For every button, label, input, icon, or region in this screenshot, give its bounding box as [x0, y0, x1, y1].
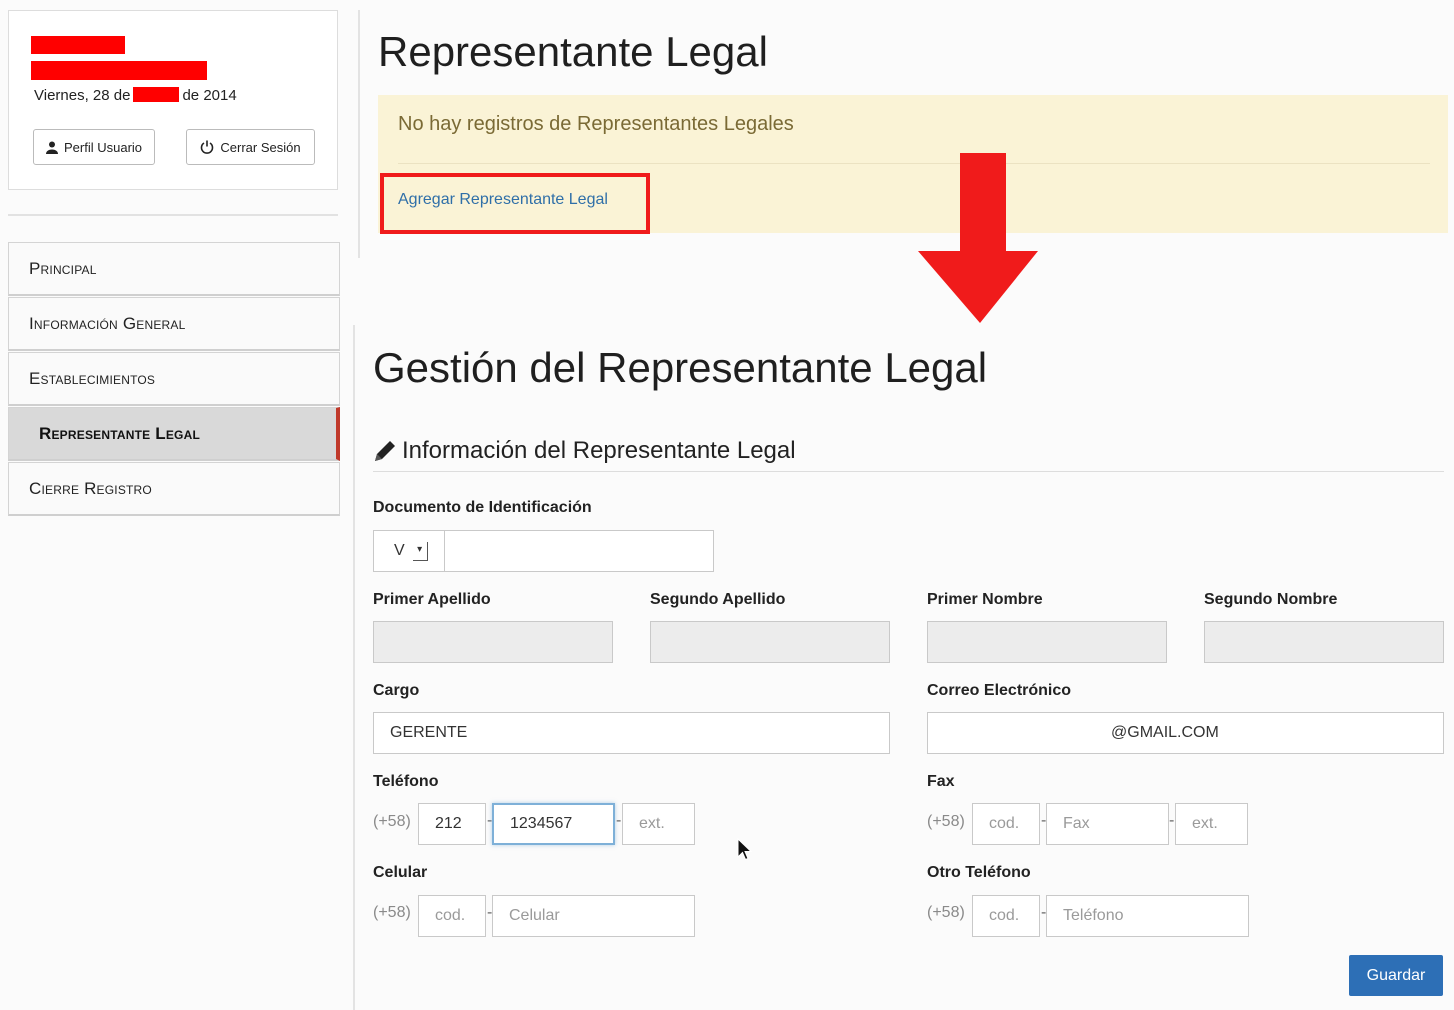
fax-cod-input[interactable]: cod.: [972, 803, 1040, 845]
telefono-cod-input[interactable]: 212: [418, 803, 486, 845]
primer-apellido-input[interactable]: [373, 621, 613, 663]
section-title-label: Información del Representante Legal: [402, 437, 796, 464]
chevron-down-icon: ▾: [412, 541, 428, 561]
fax-prefix: (+58): [927, 813, 965, 830]
redacted-user-name: [31, 36, 125, 54]
telefono-prefix: (+58): [373, 813, 411, 830]
dash-separator: -: [616, 812, 622, 829]
alert-divider: [398, 163, 1430, 164]
nav-label: Establecimientos: [29, 368, 156, 388]
primer-nombre-input[interactable]: [927, 621, 1167, 663]
dash-separator: -: [1169, 812, 1175, 829]
redacted-user-detail: [31, 61, 207, 80]
otro-telefono-cod-input[interactable]: cod.: [972, 895, 1040, 937]
celular-cod-input[interactable]: cod.: [418, 895, 486, 937]
document-number-input[interactable]: [444, 530, 714, 572]
fax-ext-input[interactable]: ext.: [1175, 803, 1248, 845]
nav-informacion-general[interactable]: Información General: [8, 297, 340, 351]
segundo-nombre-label: Segundo Nombre: [1204, 591, 1338, 608]
power-icon: [201, 140, 214, 154]
primer-nombre-label: Primer Nombre: [927, 591, 1043, 608]
otro-telefono-number-input[interactable]: Teléfono: [1046, 895, 1249, 937]
current-date: Viernes, 28 de de 2014: [34, 87, 237, 104]
nav-cierre-registro[interactable]: Cierre Registro: [8, 462, 340, 516]
redacted-month: [133, 87, 180, 102]
nav-label: Cierre Registro: [29, 478, 152, 498]
mouse-cursor-icon: [737, 838, 753, 861]
alert-message: No hay registros de Representantes Legal…: [398, 113, 794, 135]
fax-label: Fax: [927, 773, 955, 790]
cargo-label: Cargo: [373, 682, 420, 699]
segundo-nombre-input[interactable]: [1204, 621, 1444, 663]
segundo-apellido-input[interactable]: [650, 621, 890, 663]
document-label: Documento de Identificación: [373, 499, 592, 516]
nav-principal[interactable]: Principal: [8, 242, 340, 296]
telefono-label: Teléfono: [373, 773, 439, 790]
celular-label: Celular: [373, 864, 428, 881]
user-icon: [45, 141, 58, 154]
cargo-input[interactable]: GERENTE: [373, 712, 890, 754]
profile-button-label: Perfil Usuario: [63, 139, 143, 155]
otro-telefono-label: Otro Teléfono: [927, 864, 1031, 881]
section-divider: [373, 471, 1444, 472]
telefono-ext-input[interactable]: ext.: [622, 803, 695, 845]
annotation-highlight-box: [380, 173, 650, 234]
nav-label: Representante Legal: [39, 423, 200, 443]
date-suffix: de 2014: [182, 87, 237, 104]
form-title: Gestión del Representante Legal: [373, 344, 988, 391]
correo-label: Correo Electrónico: [927, 682, 1072, 699]
save-button[interactable]: Guardar: [1349, 955, 1443, 996]
primer-apellido-label: Primer Apellido: [373, 591, 491, 608]
content-divider-top: [358, 10, 360, 258]
nav-label: Principal: [29, 258, 97, 278]
annotation-arrow-down-icon: [918, 153, 1038, 323]
logout-button-label: Cerrar Sesión: [220, 139, 301, 155]
document-type-select[interactable]: V ▾: [373, 530, 445, 572]
section-title: Información del Representante Legal: [372, 437, 796, 465]
page-title: Representante Legal: [378, 28, 768, 75]
user-info-panel: Viernes, 28 de de 2014 Perfil Usuario Cer…: [8, 10, 338, 190]
email-field[interactable]: @GMAIL.COM: [927, 712, 1444, 754]
fax-number-input[interactable]: Fax: [1046, 803, 1169, 845]
sidebar-nav: Principal Información General Establecim…: [8, 242, 340, 517]
pencil-icon: [375, 441, 395, 461]
telefono-number-input[interactable]: 1234567: [492, 803, 615, 845]
document-type-value: V: [394, 542, 405, 559]
nav-establecimientos[interactable]: Establecimientos: [8, 352, 340, 406]
otro-telefono-prefix: (+58): [927, 904, 965, 921]
celular-prefix: (+58): [373, 904, 411, 921]
segundo-apellido-label: Segundo Apellido: [650, 591, 786, 608]
content-divider-bottom: [353, 325, 355, 1010]
profile-button[interactable]: Perfil Usuario: [33, 129, 155, 165]
celular-number-input[interactable]: Celular: [492, 895, 695, 937]
nav-representante-legal[interactable]: Representante Legal: [8, 407, 340, 461]
nav-label: Información General: [29, 313, 186, 333]
logout-button[interactable]: Cerrar Sesión: [186, 129, 315, 165]
sidebar-divider: [8, 214, 338, 216]
date-prefix: Viernes, 28 de: [34, 87, 131, 104]
